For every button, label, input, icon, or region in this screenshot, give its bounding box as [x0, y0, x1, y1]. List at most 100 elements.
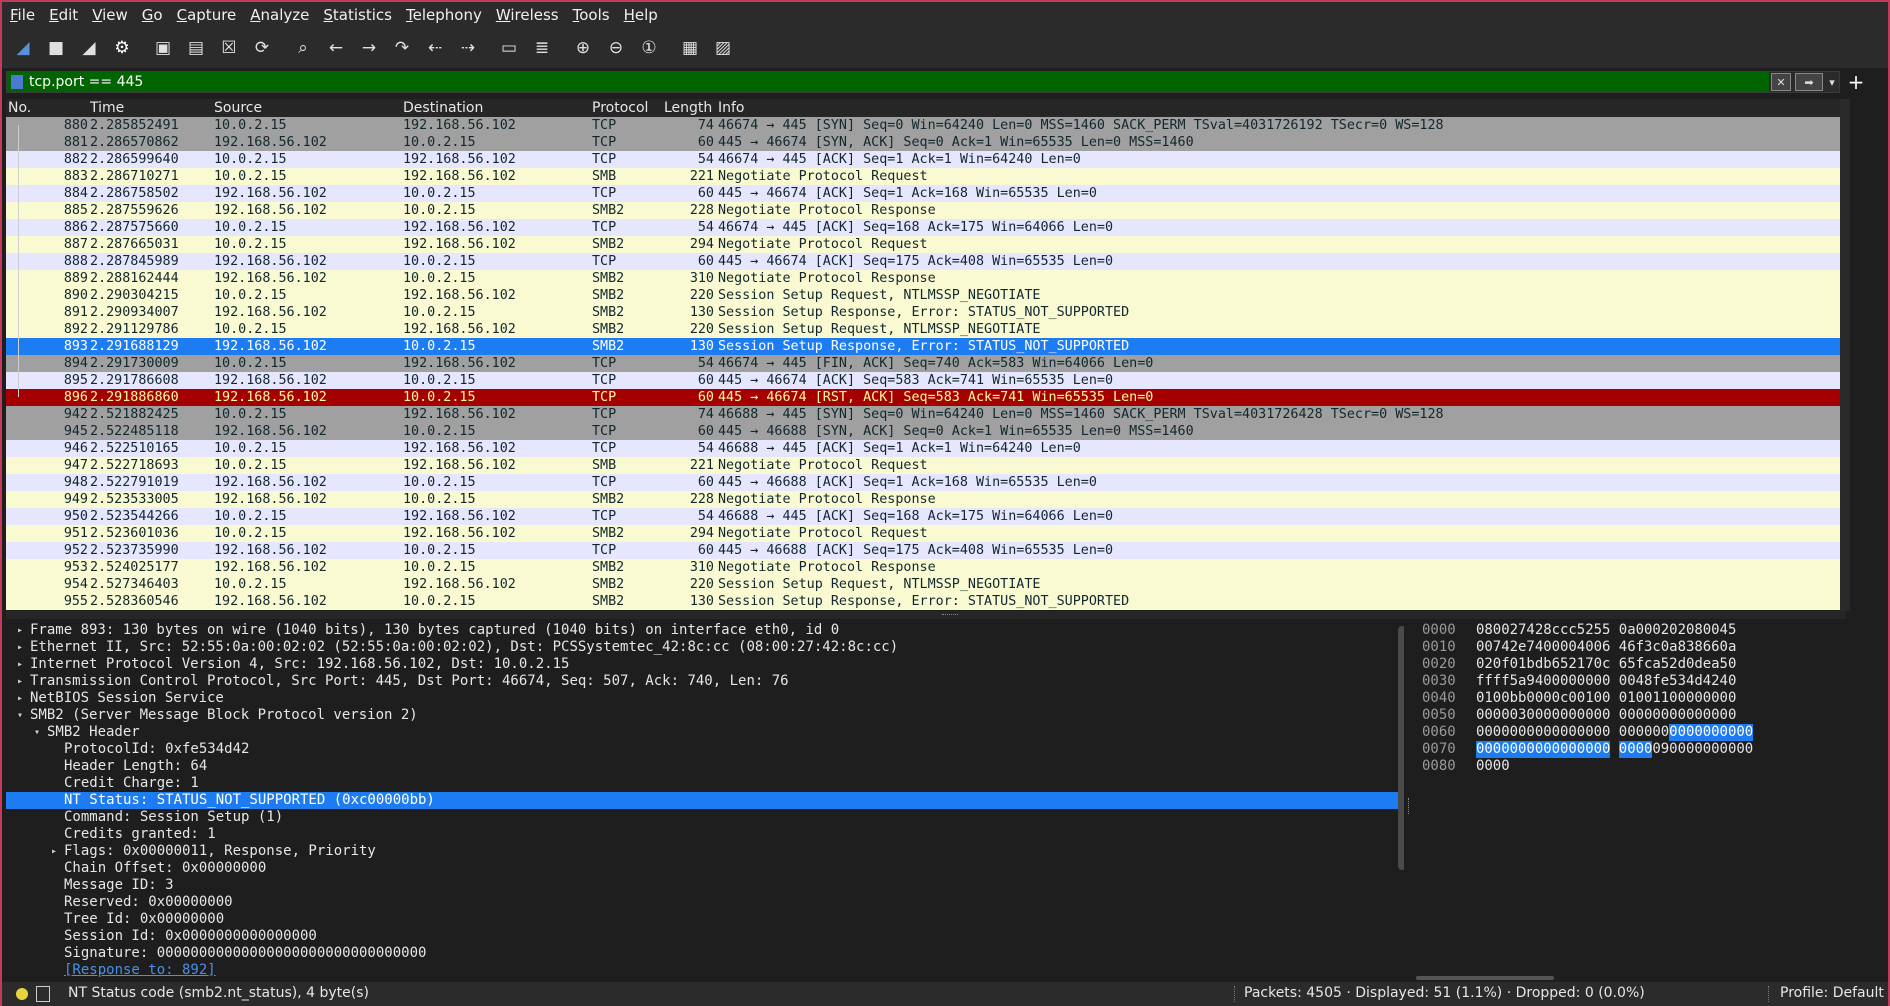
- hex-byte[interactable]: 00: [1685, 724, 1703, 741]
- hex-byte[interactable]: 00: [1618, 741, 1636, 758]
- packet-row[interactable]: 887 2.287665031 10.0.2.15 192.168.56.102 SMB…: [6, 236, 1846, 253]
- col-time[interactable]: Time: [90, 100, 124, 116]
- go-first-packet-icon[interactable]: ⇠: [422, 35, 448, 61]
- col-protocol[interactable]: Protocol: [592, 100, 648, 116]
- details-row[interactable]: Credits granted: 1: [6, 826, 1400, 843]
- hex-byte[interactable]: c0: [1560, 690, 1577, 707]
- col-length[interactable]: Length: [664, 100, 712, 116]
- hex-byte[interactable]: 0f: [1493, 656, 1510, 673]
- hex-byte[interactable]: 2e: [1510, 639, 1527, 656]
- hex-bytes[interactable]: 00742e7400004006 46f3c0a838660a: [1476, 639, 1736, 656]
- col-info[interactable]: Info: [718, 100, 745, 116]
- expand-arrow-icon[interactable]: ▸: [14, 673, 26, 690]
- layout-icon[interactable]: ▨: [710, 35, 736, 61]
- hex-byte[interactable]: 00: [1493, 707, 1510, 724]
- hex-byte[interactable]: bd: [1526, 656, 1543, 673]
- hex-bytes[interactable]: ffff5a9400000000 0048fe534d4240: [1476, 673, 1736, 690]
- menu-edit[interactable]: Edit: [49, 6, 78, 24]
- packet-row[interactable]: 951 2.523601036 10.0.2.15 192.168.56.102 SMB…: [6, 525, 1846, 542]
- col-no[interactable]: No.: [8, 100, 31, 116]
- details-row[interactable]: NT Status: STATUS_NOT_SUPPORTED (0xc0000…: [6, 792, 1400, 809]
- hex-byte[interactable]: 00: [1543, 690, 1560, 707]
- hex-byte[interactable]: 01: [1577, 690, 1594, 707]
- find-packet-icon[interactable]: ⌕: [290, 35, 316, 61]
- packet-row[interactable]: 955 2.528360546 192.168.56.102 10.0.2.15 SMB…: [6, 593, 1846, 610]
- hex-byte[interactable]: 00: [1720, 690, 1737, 707]
- col-source[interactable]: Source: [214, 100, 262, 116]
- hex-byte[interactable]: 42: [1703, 673, 1720, 690]
- hex-byte[interactable]: 00: [1736, 741, 1753, 758]
- hex-bytes[interactable]: 0000: [1476, 758, 1510, 775]
- colorize-icon[interactable]: ≣: [529, 35, 555, 61]
- expand-arrow-icon[interactable]: ▸: [48, 843, 60, 860]
- hex-byte[interactable]: 00: [1720, 741, 1737, 758]
- menu-wireless[interactable]: Wireless: [496, 6, 559, 24]
- hex-byte[interactable]: 00: [1669, 707, 1686, 724]
- hex-byte[interactable]: ff: [1493, 673, 1510, 690]
- expand-arrow-icon[interactable]: ▸: [14, 690, 26, 707]
- packet-row[interactable]: 950 2.523544266 10.0.2.15 192.168.56.102 TCP…: [6, 508, 1846, 525]
- apply-filter-icon[interactable]: ➡: [1795, 73, 1823, 91]
- hex-byte[interactable]: 00: [1652, 724, 1669, 741]
- stop-capture-icon[interactable]: ■: [43, 35, 69, 61]
- packet-row[interactable]: 883 2.286710271 10.0.2.15 192.168.56.102 SMB…: [6, 168, 1846, 185]
- packet-row[interactable]: 885 2.287559626 192.168.56.102 10.0.2.15 SMB…: [6, 202, 1846, 219]
- hex-byte[interactable]: 00: [1543, 707, 1560, 724]
- hex-byte[interactable]: 00: [1736, 724, 1753, 741]
- details-row[interactable]: ProtocolId: 0xfe534d42: [6, 741, 1400, 758]
- packet-row[interactable]: 894 2.291730009 10.0.2.15 192.168.56.102 TCP…: [6, 355, 1846, 372]
- packet-row[interactable]: 880 2.285852491 10.0.2.15 192.168.56.102 TCP…: [6, 117, 1846, 134]
- hex-byte[interactable]: 40: [1720, 673, 1737, 690]
- hex-byte[interactable]: 65: [1619, 656, 1636, 673]
- hex-byte[interactable]: 02: [1669, 622, 1686, 639]
- hex-byte[interactable]: 00: [1703, 622, 1720, 639]
- collapse-arrow-icon[interactable]: ▾: [31, 724, 43, 741]
- hex-bytes[interactable]: 080027428ccc5255 0a000202080045: [1476, 622, 1736, 639]
- menu-analyze[interactable]: Analyze: [250, 6, 309, 24]
- hex-byte[interactable]: 00: [1594, 707, 1611, 724]
- packet-row[interactable]: 893 2.291688129 192.168.56.102 10.0.2.15 SMB…: [6, 338, 1846, 355]
- hex-byte[interactable]: 2d: [1669, 656, 1686, 673]
- packet-row[interactable]: 884 2.286758502 192.168.56.102 10.0.2.15 TCP…: [6, 185, 1846, 202]
- hex-byte[interactable]: 00: [1577, 707, 1594, 724]
- hex-byte[interactable]: 00: [1652, 707, 1669, 724]
- hex-byte[interactable]: ff: [1476, 673, 1493, 690]
- hex-byte[interactable]: 74: [1526, 639, 1543, 656]
- hex-byte[interactable]: 00: [1543, 639, 1560, 656]
- packet-row[interactable]: 949 2.523533005 192.168.56.102 10.0.2.15 SMB…: [6, 491, 1846, 508]
- hex-byte[interactable]: 00: [1594, 724, 1611, 741]
- hex-byte[interactable]: 01: [1619, 690, 1636, 707]
- details-row[interactable]: Signature: 00000000000000000000000000000…: [6, 945, 1400, 962]
- hex-byte[interactable]: 00: [1476, 639, 1493, 656]
- hex-byte[interactable]: 00: [1686, 741, 1703, 758]
- packet-row[interactable]: 886 2.287575660 10.0.2.15 192.168.56.102 TCP…: [6, 219, 1846, 236]
- hex-byte[interactable]: 8c: [1543, 622, 1560, 639]
- hex-byte[interactable]: 00: [1560, 639, 1577, 656]
- packet-row[interactable]: 947 2.522718693 10.0.2.15 192.168.56.102 SMB…: [6, 457, 1846, 474]
- hex-byte[interactable]: 00: [1669, 690, 1686, 707]
- restart-capture-icon[interactable]: ◢: [76, 35, 102, 61]
- details-row[interactable]: ▸ Ethernet II, Src: 52:55:0a:00:02:02 (52…: [6, 639, 1400, 656]
- go-forward-icon[interactable]: →: [356, 35, 382, 61]
- add-filter-button-icon[interactable]: +: [1846, 70, 1866, 94]
- packet-row[interactable]: 888 2.287845989 192.168.56.102 10.0.2.15 TCP…: [6, 253, 1846, 270]
- hex-byte[interactable]: 00: [1619, 673, 1636, 690]
- hex-byte[interactable]: 94: [1526, 673, 1543, 690]
- response-link[interactable]: [Response to: 892]: [64, 962, 216, 979]
- bytes-hscrollbar[interactable]: [1414, 974, 1888, 982]
- hex-byte[interactable]: 03: [1510, 707, 1527, 724]
- hex-byte[interactable]: 00: [1476, 758, 1493, 775]
- menu-file[interactable]: File: [10, 6, 35, 24]
- details-row[interactable]: Message ID: 3: [6, 877, 1400, 894]
- hex-byte[interactable]: 5a: [1510, 673, 1527, 690]
- details-row[interactable]: Chain Offset: 0x00000000: [6, 860, 1400, 877]
- packet-row[interactable]: 891 2.290934007 192.168.56.102 10.0.2.15 SMB…: [6, 304, 1846, 321]
- hex-byte[interactable]: 00: [1669, 741, 1686, 758]
- hex-byte[interactable]: 00: [1703, 707, 1720, 724]
- hex-byte[interactable]: 00: [1493, 690, 1510, 707]
- details-row[interactable]: Reserved: 0x00000000: [6, 894, 1400, 911]
- packet-row[interactable]: 948 2.522791019 192.168.56.102 10.0.2.15 TCP…: [6, 474, 1846, 491]
- details-row[interactable]: Tree Id: 0x00000000: [6, 911, 1400, 928]
- menu-go[interactable]: Go: [142, 6, 163, 24]
- go-to-packet-icon[interactable]: ↷: [389, 35, 415, 61]
